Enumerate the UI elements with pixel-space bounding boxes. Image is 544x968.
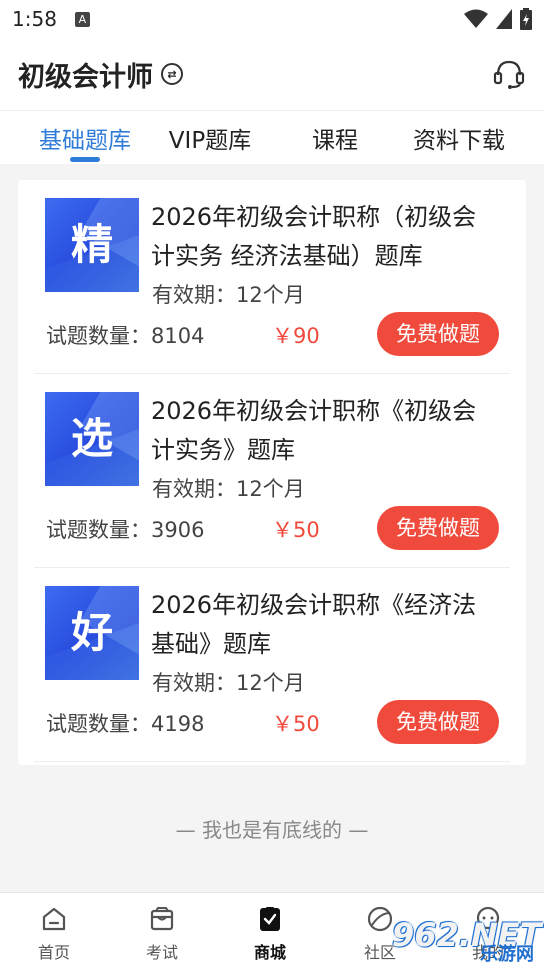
page-title[interactable]: 初级会计师 [18,55,153,94]
price: ￥90 [272,324,320,348]
list-item[interactable]: 精 2026年初级会计职称（初级会计实务 经济法基础）题库 有效期：12个月 试… [34,180,510,374]
app-bar: 初级会计师 ⇄ [0,38,544,110]
nav-label: 商城 [253,943,286,962]
nav-item-home[interactable]: 首页 [0,893,108,968]
product-thumbnail[interactable]: 好 [45,586,139,680]
list-item[interactable]: 好 2026年初级会计职称《经济法基础》题库 有效期：12个月 试题数量：419… [34,568,510,762]
thumbnail-char: 精 [70,220,113,269]
status-right [464,8,532,30]
thumbnail-char: 选 [70,414,113,463]
free-practice-button[interactable]: 免费做题 [377,506,499,550]
question-count: 试题数量：4198 [46,712,205,736]
list-item[interactable]: 选 2026年初级会计职称《初级会计实务》题库 有效期：12个月 试题数量：39… [34,374,510,568]
product-name[interactable]: 2026年初级会计职称《初级会计实务》题库 [151,392,496,470]
question-count: 试题数量：8104 [46,324,205,348]
nav-label: 首页 [37,943,70,962]
wifi-icon [464,9,488,28]
product-list: 精 2026年初级会计职称（初级会计实务 经济法基础）题库 有效期：12个月 试… [18,180,526,765]
tab-course[interactable]: 课程 [300,121,370,155]
thumbnail-char: 好 [70,608,113,657]
product-thumbnail[interactable]: 精 [45,198,139,292]
tab-bar: 基础题库 VIP题库 课程 资料下载 [0,110,544,164]
battery-icon [520,8,532,30]
nav-item-mall[interactable]: 商城 [216,893,324,968]
nav-item-exam[interactable]: 考试 [108,893,216,968]
tab-vip-bank[interactable]: VIP题库 [160,121,260,155]
status-time: 1:58 [12,7,57,31]
free-practice-button[interactable]: 免费做题 [377,312,499,356]
watermark-text: 乐游网 [480,944,534,965]
customer-service-icon[interactable] [492,57,526,91]
tab-downloads[interactable]: 资料下载 [406,121,512,155]
home-icon [42,907,66,931]
nav-label: 考试 [145,943,178,962]
signal-icon [496,9,512,29]
switch-exam-icon[interactable]: ⇄ [161,63,183,85]
product-thumbnail[interactable]: 选 [45,392,139,486]
free-practice-button[interactable]: 免费做题 [377,700,499,744]
question-count: 试题数量：3906 [46,518,205,542]
tab-basic-bank[interactable]: 基础题库 [32,121,138,155]
watermark: 962.NET 乐游网 [392,916,542,965]
exam-icon [150,907,174,931]
product-name[interactable]: 2026年初级会计职称《经济法基础》题库 [151,586,496,664]
mall-icon [260,907,280,931]
validity-text: 有效期：12个月 [152,477,305,501]
product-name[interactable]: 2026年初级会计职称（初级会计实务 经济法基础）题库 [151,198,496,276]
community-icon [367,906,393,932]
tab-active-indicator [70,157,100,162]
notification-badge-icon: A [74,11,90,27]
status-bar: 1:58 A [0,0,544,38]
validity-text: 有效期：12个月 [152,283,305,307]
end-of-list-text: — 我也是有底线的 — [175,818,369,842]
price: ￥50 [272,518,320,542]
validity-text: 有效期：12个月 [152,671,305,695]
price: ￥50 [272,712,320,736]
